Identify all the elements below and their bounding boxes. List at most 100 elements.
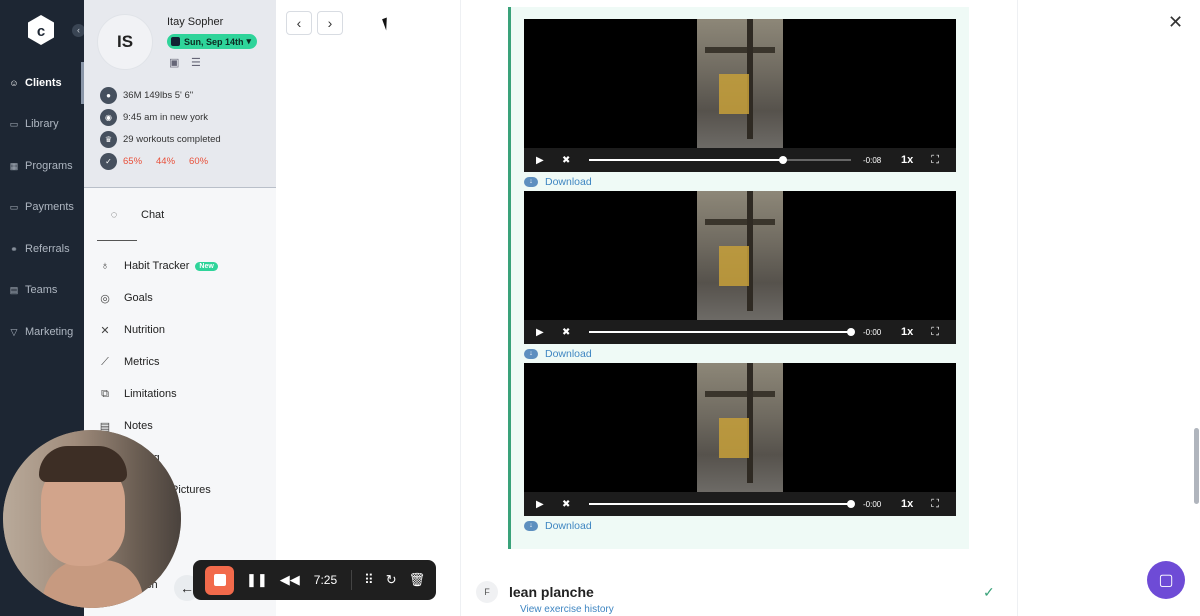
chevron-right-icon: › xyxy=(327,15,333,31)
client-header: IS Itay Sopher Sun, Sep 14th ▾ ▣ ☰ ● 36M… xyxy=(84,0,276,188)
video-progress[interactable] xyxy=(589,328,855,336)
check-icon: ✓ xyxy=(100,152,117,170)
teams-icon: ▤ xyxy=(9,284,19,295)
speed-button[interactable]: 1x xyxy=(901,498,913,510)
funnel-icon: ▽ xyxy=(10,326,18,337)
video-player[interactable]: ▶ ✖ -0:00 1x ⛶ xyxy=(524,191,956,344)
cloud-download-icon: ↓ xyxy=(524,521,538,531)
menu-item-metrics[interactable]: ⟋ Metrics xyxy=(97,353,159,371)
divider xyxy=(97,240,137,241)
video-progress[interactable] xyxy=(589,500,855,508)
video-progress[interactable] xyxy=(589,156,851,164)
play-icon[interactable]: ▶ xyxy=(536,327,550,338)
profile-text: 36M 149lbs 5' 6" xyxy=(123,89,194,101)
date-label: Sun, Sep 14th xyxy=(184,36,244,47)
download-link[interactable]: ↓ Download xyxy=(524,519,592,533)
pause-icon[interactable]: ❚❚ xyxy=(246,572,268,588)
calendar-check-icon[interactable]: ▣ xyxy=(169,56,179,69)
scrollbar[interactable] xyxy=(1194,428,1199,504)
download-label: Download xyxy=(545,176,592,188)
menu-item-chat[interactable]: ◌ Chat xyxy=(106,206,165,224)
fullscreen-icon[interactable]: ⛶ xyxy=(931,326,939,339)
workouts-text: 29 workouts completed xyxy=(123,133,221,145)
menu-item-limitations[interactable]: ⧉ Limitations xyxy=(97,385,177,403)
support-chat-button[interactable]: ▢ xyxy=(1147,561,1185,599)
exercise-badge: F xyxy=(476,581,498,603)
download-label: Download xyxy=(545,520,592,532)
video-time: -0:08 xyxy=(863,155,882,165)
video-controls: ▶ ✖ -0:08 1x ⛶ xyxy=(524,148,956,172)
nav-item-marketing[interactable]: ▽ Marketing xyxy=(0,321,84,343)
divider xyxy=(351,570,353,590)
list-icon[interactable]: ☰ xyxy=(191,56,201,69)
svg-text:c: c xyxy=(37,23,45,40)
client-name: Itay Sopher xyxy=(167,16,224,28)
speed-button[interactable]: 1x xyxy=(901,326,913,338)
mute-icon[interactable]: ✖ xyxy=(562,499,578,510)
video-time: -0:00 xyxy=(863,327,882,337)
video-time: -0:00 xyxy=(863,499,882,509)
menu-item-goals[interactable]: ◎ Goals xyxy=(97,289,153,307)
grid-icon[interactable]: ⠿ xyxy=(364,572,374,588)
video-controls: ▶ ✖ -0:00 1x ⛶ xyxy=(524,492,956,516)
menu-item-habit-tracker[interactable]: ♁ Habit Tracker New xyxy=(97,257,218,275)
trophy-icon: ♛ xyxy=(100,130,117,148)
nav-item-label: Referrals xyxy=(25,243,70,255)
nav-item-referrals[interactable]: ⚭ Referrals xyxy=(0,238,84,260)
mute-icon[interactable]: ✖ xyxy=(562,327,578,338)
menu-item-nutrition[interactable]: ✕ Nutrition xyxy=(97,321,165,339)
date-picker[interactable]: Sun, Sep 14th ▾ xyxy=(167,34,258,49)
nav-item-programs[interactable]: ▦ Programs xyxy=(0,155,84,177)
play-icon[interactable]: ▶ xyxy=(536,155,550,166)
nav-item-label: Programs xyxy=(25,160,73,172)
play-icon[interactable]: ▶ xyxy=(536,499,550,510)
calendar-icon: ▦ xyxy=(9,160,19,171)
nav-item-label: Marketing xyxy=(25,326,74,338)
nav-item-label: Teams xyxy=(25,284,58,296)
screen-recorder-bar: ❚❚ ◀◀ 7:25 ⠿ ↻ 🗑 xyxy=(193,560,436,600)
close-icon[interactable]: ✕ xyxy=(1168,12,1183,33)
stop-recording-button[interactable] xyxy=(205,565,234,595)
nav-item-library[interactable]: ▭ Library xyxy=(0,113,84,135)
mute-icon[interactable]: ✖ xyxy=(562,155,578,166)
download-link[interactable]: ↓ Download xyxy=(524,175,592,189)
app-logo-icon[interactable]: c xyxy=(26,14,56,46)
cloud-download-icon: ↓ xyxy=(524,177,538,187)
local-time-text: 9:45 am in new york xyxy=(123,111,209,123)
client-avatar[interactable]: IS xyxy=(97,14,153,70)
check-icon: ✓ xyxy=(983,584,995,600)
location-icon: ◉ xyxy=(100,108,117,126)
nav-item-clients[interactable]: ☺ Clients xyxy=(0,62,84,104)
nav-item-label: Library xyxy=(25,118,59,130)
video-player[interactable]: ▶ ✖ -0:00 1x ⛶ xyxy=(524,363,956,516)
speed-button[interactable]: 1x xyxy=(901,154,913,166)
view-history-link[interactable]: View exercise history xyxy=(520,604,614,615)
trash-icon[interactable]: 🗑 xyxy=(409,572,426,588)
webcam-overlay[interactable] xyxy=(3,430,181,608)
prev-button[interactable]: ‹ xyxy=(286,11,312,35)
download-label: Download xyxy=(545,348,592,360)
chat-icon: ◌ xyxy=(110,209,118,221)
bandage-icon: ⧉ xyxy=(101,387,109,400)
nav-item-teams[interactable]: ▤ Teams xyxy=(0,279,84,301)
fullscreen-icon[interactable]: ⛶ xyxy=(931,498,939,511)
referral-icon: ⚭ xyxy=(10,243,18,254)
users-icon: ☺ xyxy=(9,78,19,88)
video-controls: ▶ ✖ -0:00 1x ⛶ xyxy=(524,320,956,344)
nav-item-payments[interactable]: ▭ Payments xyxy=(0,196,84,218)
pct-stat: 44% xyxy=(156,155,176,167)
restart-icon[interactable]: ↻ xyxy=(386,572,397,588)
exercise-title[interactable]: lean planche xyxy=(509,584,594,600)
video-player[interactable]: ▶ ✖ -0:08 1x ⛶ xyxy=(524,19,956,172)
nav-item-label: Clients xyxy=(25,77,62,89)
chevron-down-icon: ▾ xyxy=(246,36,252,46)
menu-label: Nutrition xyxy=(124,324,165,336)
chat-icon: ▢ xyxy=(1158,572,1174,589)
utensils-icon: ✕ xyxy=(100,324,110,337)
rewind-icon[interactable]: ◀◀ xyxy=(280,572,300,588)
menu-label: Goals xyxy=(124,292,153,304)
menu-label: Metrics xyxy=(124,356,160,368)
fullscreen-icon[interactable]: ⛶ xyxy=(931,154,939,167)
download-link[interactable]: ↓ Download xyxy=(524,347,592,361)
next-button[interactable]: › xyxy=(317,11,343,35)
